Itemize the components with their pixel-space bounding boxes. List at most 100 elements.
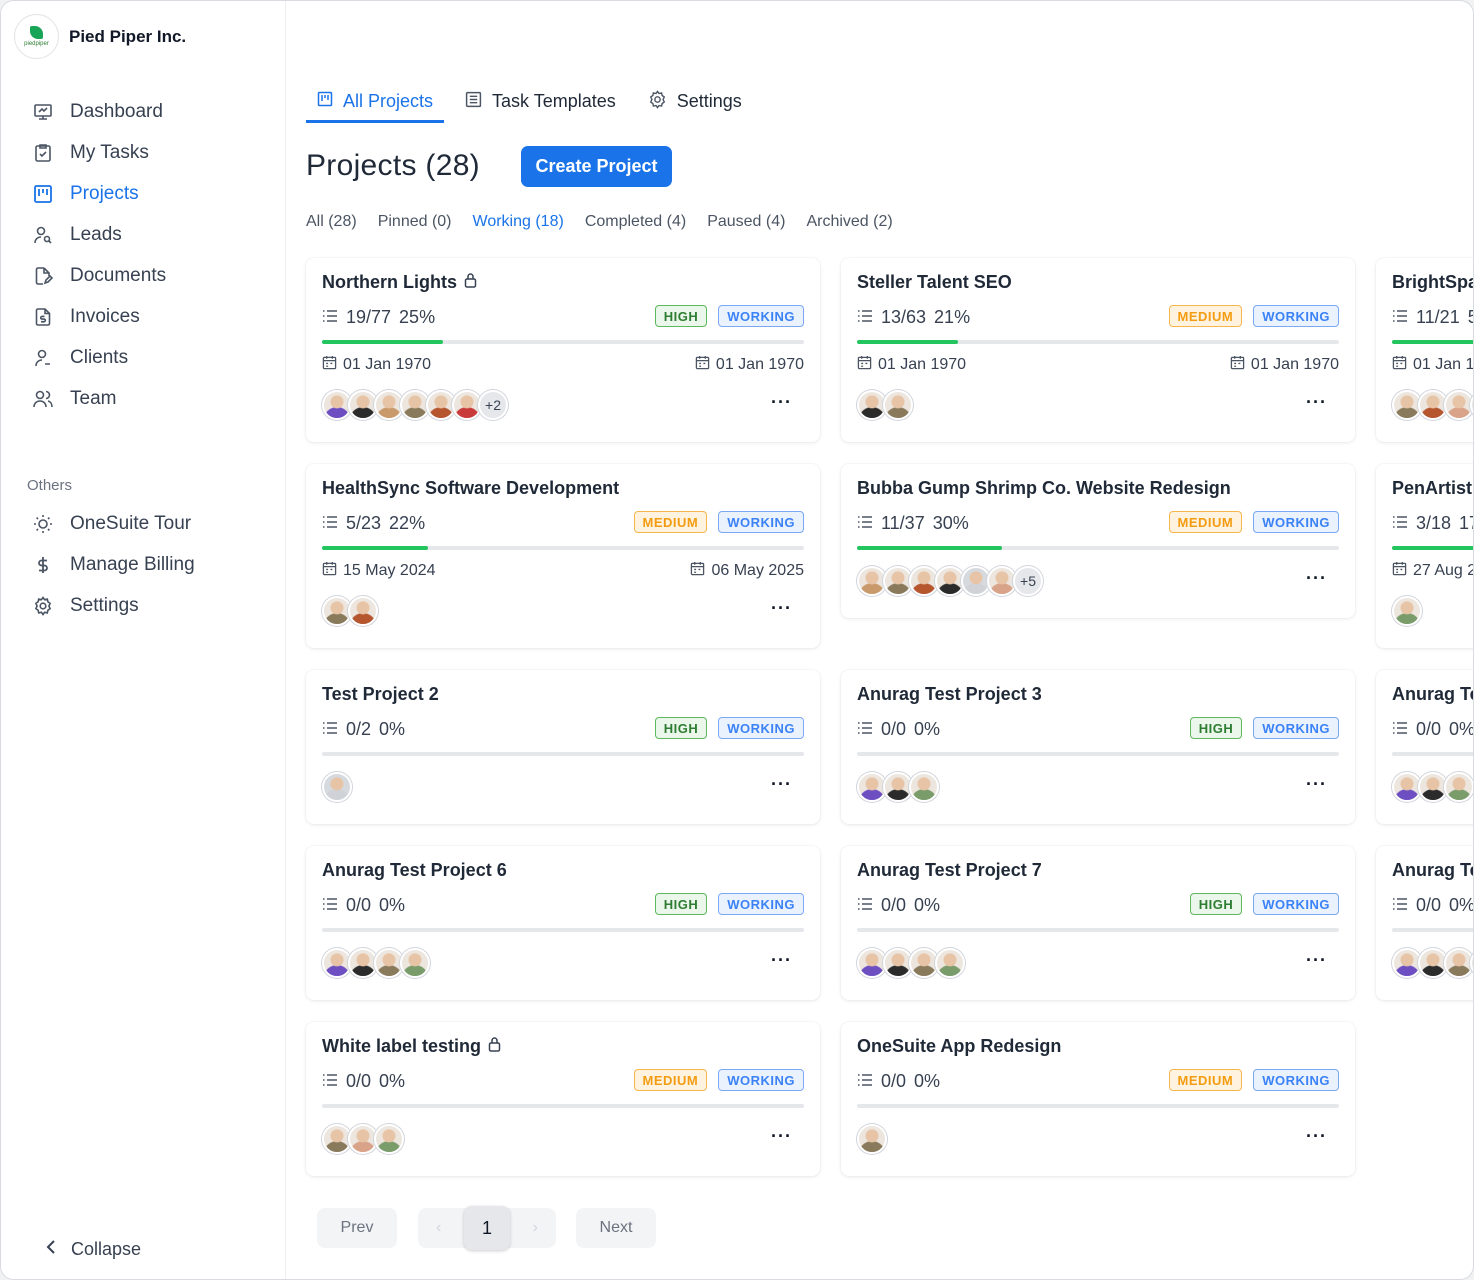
project-card[interactable]: Test Project 2 0/2 0% HIGH WORKING ··· (306, 670, 820, 824)
card-menu-button[interactable]: ··· (1306, 392, 1327, 413)
end-date-text: 06 May 2025 (711, 562, 804, 579)
prev-page-button[interactable]: Prev (317, 1208, 397, 1248)
task-list-icon (857, 719, 873, 740)
card-menu-button[interactable]: ··· (771, 1126, 792, 1147)
card-menu-button[interactable]: ··· (1306, 1126, 1327, 1147)
sidebar-item-settings[interactable]: Settings (1, 585, 286, 626)
status-badge: WORKING (718, 717, 804, 739)
project-title: Anurag Te (1392, 684, 1474, 704)
card-menu-button[interactable]: ··· (1306, 568, 1327, 589)
project-card[interactable]: Anurag Test Project 3 0/0 0% HIGH WORKING ··· (841, 670, 1355, 824)
project-card[interactable]: Bubba Gump Shrimp Co. Website Redesign 11… (841, 464, 1355, 618)
task-stats: 0/2 0% (322, 719, 405, 740)
end-date-text: 01 Jan 1970 (1250, 356, 1339, 373)
project-card[interactable]: Anurag Te0/00%··· (1376, 846, 1473, 1000)
priority-badge: MEDIUM (633, 1069, 708, 1091)
filter-completed[interactable]: Completed (4) (585, 213, 686, 231)
member-avatars[interactable]: +5 (857, 566, 1043, 596)
project-card[interactable]: HealthSync Software Development 5/23 22% ME… (306, 464, 820, 648)
sidebar-item-documents[interactable]: Documents (1, 255, 286, 296)
filter-all[interactable]: All (28) (306, 213, 357, 231)
sidebar-item-projects[interactable]: Projects (1, 173, 286, 214)
collapse-button[interactable]: Collapse (45, 1239, 141, 1260)
end-date: 01 Jan 1970 (695, 355, 804, 375)
status-badge: WORKING (1253, 305, 1339, 327)
card-menu-button[interactable]: ··· (1306, 950, 1327, 971)
chevron-left-icon[interactable]: ‹ (436, 1219, 441, 1237)
member-avatars[interactable]: +2 (322, 390, 508, 420)
avatar (374, 1124, 404, 1154)
card-menu-button[interactable]: ··· (1306, 774, 1327, 795)
sidebar-item-my-tasks[interactable]: My Tasks (1, 132, 286, 173)
project-card[interactable]: PenArtist3/181727 Aug 2··· (1376, 464, 1473, 648)
others-nav: OneSuite Tour Manage Billing Settings (1, 503, 286, 626)
sidebar-item-clients[interactable]: Clients (1, 337, 286, 378)
sidebar-item-onesuite-tour[interactable]: OneSuite Tour (1, 503, 286, 544)
task-stats: 0/0 0% (322, 895, 405, 916)
project-card[interactable]: BrightSpa11/21501 Jan 19··· (1376, 258, 1473, 442)
project-card[interactable]: Anurag Test Project 7 0/0 0% HIGH WORKING ··· (841, 846, 1355, 1000)
tab-label: All Projects (343, 91, 434, 111)
card-menu-button[interactable]: ··· (771, 950, 792, 971)
project-card[interactable]: Steller Talent SEO 13/63 21% MEDIUM WORKING 0… (841, 258, 1355, 442)
task-count: 0/0 (881, 1071, 907, 1091)
project-title-row: Northern Lights (322, 272, 478, 293)
filter-archived[interactable]: Archived (2) (806, 213, 892, 231)
project-card[interactable]: Anurag Te0/00%··· (1376, 670, 1474, 824)
sidebar-item-invoices[interactable]: Invoices (1, 296, 286, 337)
tab-task-templates[interactable]: Task Templates (454, 83, 627, 123)
member-avatars[interactable] (857, 948, 965, 978)
task-count: 0/0 (346, 895, 372, 915)
project-title: Bubba Gump Shrimp Co. Website Redesign (857, 478, 1231, 498)
member-avatars[interactable] (1392, 948, 1473, 978)
member-avatars[interactable] (322, 948, 430, 978)
task-percent: 17 (1459, 513, 1473, 533)
task-percent: 25% (399, 307, 436, 327)
status-badge: WORKING (1253, 511, 1339, 533)
kanban-icon (317, 91, 333, 112)
project-card[interactable]: White label testing 0/0 0% MEDIUM WORKING ··· (306, 1022, 820, 1176)
filter-working[interactable]: Working (18) (473, 213, 564, 231)
sidebar-item-leads[interactable]: Leads (1, 214, 286, 255)
filter-paused[interactable]: Paused (4) (707, 213, 785, 231)
task-percent: 0% (914, 1071, 941, 1091)
tab-settings[interactable]: Settings (637, 83, 753, 123)
card-menu-button[interactable]: ··· (771, 598, 792, 619)
member-avatars[interactable] (1392, 596, 1422, 626)
card-menu-button[interactable]: ··· (771, 392, 792, 413)
avatar (348, 596, 378, 626)
sidebar-item-manage-billing[interactable]: Manage Billing (1, 544, 286, 585)
project-title: White label testing (322, 1036, 482, 1056)
project-card[interactable]: Anurag Test Project 6 0/0 0% HIGH WORKING ··· (306, 846, 820, 1000)
member-avatars[interactable] (1392, 772, 1473, 802)
progress-bar (857, 1104, 1339, 1108)
next-page-button[interactable]: Next (576, 1208, 656, 1248)
member-avatars[interactable] (1392, 390, 1473, 420)
task-list-icon (322, 513, 338, 534)
member-avatars[interactable] (857, 390, 913, 420)
filter-pinned[interactable]: Pinned (0) (378, 213, 452, 231)
date-row: 01 Jan 1970 01 Jan 1970 (857, 355, 1339, 375)
progress-fill (322, 340, 443, 344)
card-menu-button[interactable]: ··· (771, 774, 792, 795)
sidebar-item-team[interactable]: Team (1, 378, 286, 419)
task-list-icon (1392, 895, 1408, 916)
member-avatars[interactable] (322, 772, 352, 802)
avatar (1392, 596, 1422, 626)
user-search-icon (32, 224, 54, 246)
task-stats: 0/0 0% (322, 1071, 405, 1092)
tab-all-projects[interactable]: All Projects (306, 83, 445, 123)
task-list-icon (857, 895, 873, 916)
org-switcher[interactable]: piedpiper Pied Piper Inc. (14, 14, 186, 59)
member-avatars[interactable] (857, 1124, 887, 1154)
sidebar-item-dashboard[interactable]: Dashboard (1, 91, 286, 132)
project-card[interactable]: Northern Lights 19/77 25% HIGH WORKING 01 Jan… (306, 258, 820, 442)
chevron-right-icon[interactable]: › (533, 1219, 538, 1237)
project-card[interactable]: OneSuite App Redesign 0/0 0% MEDIUM WORKING ·… (841, 1022, 1355, 1176)
project-title-row: PenArtist (1392, 478, 1472, 499)
page-number-button[interactable]: 1 (464, 1206, 510, 1250)
member-avatars[interactable] (322, 596, 378, 626)
member-avatars[interactable] (857, 772, 939, 802)
create-project-button[interactable]: Create Project (521, 146, 672, 187)
member-avatars[interactable] (322, 1124, 404, 1154)
